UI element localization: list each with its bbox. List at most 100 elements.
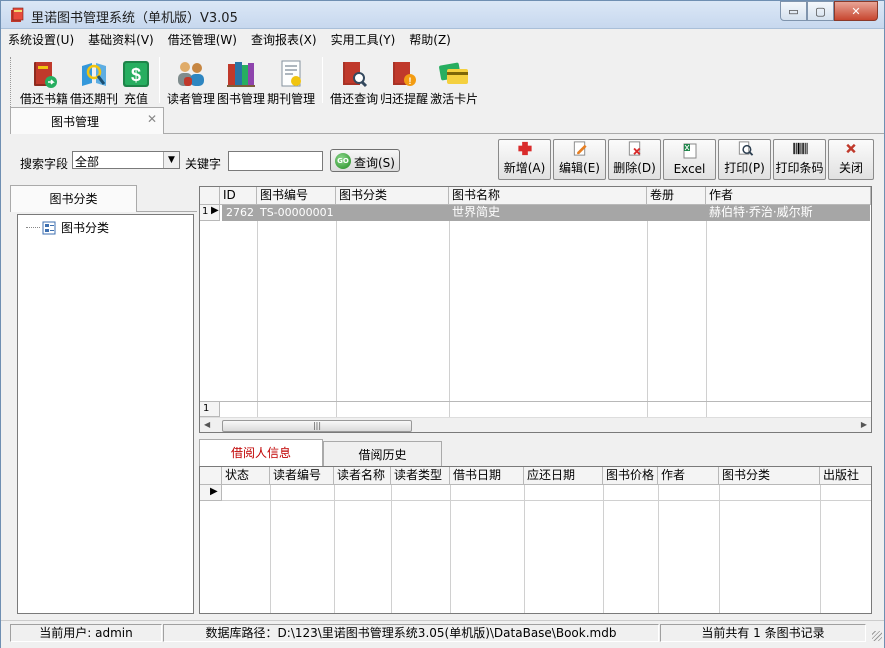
- current-row-arrow-icon: ▶: [210, 486, 218, 497]
- col-header-book-name[interactable]: 图书名称: [449, 187, 647, 205]
- col-header-reader-type[interactable]: 读者类型: [391, 467, 450, 485]
- grid-corner-cell: [200, 187, 220, 205]
- chevron-down-icon[interactable]: ▼: [163, 152, 179, 168]
- menu-system-settings[interactable]: 系统设置(U): [1, 30, 81, 51]
- scroll-right-icon[interactable]: ▶: [861, 420, 867, 429]
- col-header-due-date[interactable]: 应还日期: [524, 467, 603, 485]
- toolbar-separator: [159, 57, 161, 103]
- activate-card-button[interactable]: 激活卡片: [429, 53, 479, 107]
- grid-footer-row: 1: [200, 401, 871, 417]
- return-reminder-button[interactable]: ! 归还提醒: [379, 53, 429, 107]
- journal-management-label: 期刊管理: [267, 92, 316, 106]
- close-window-button[interactable]: ✕: [834, 1, 878, 21]
- borrow-journals-button[interactable]: 借还期刊: [69, 53, 119, 107]
- keyword-input[interactable]: [228, 151, 323, 171]
- tab-borrow-history[interactable]: 借阅历史: [323, 441, 442, 466]
- col-header-id[interactable]: ID: [220, 187, 257, 205]
- menu-borrow-return[interactable]: 借还管理(W): [161, 30, 244, 51]
- print-barcode-button[interactable]: 打印条码: [773, 139, 826, 180]
- cell-id[interactable]: 2762: [222, 205, 257, 221]
- menu-query-reports[interactable]: 查询报表(X): [244, 30, 324, 51]
- scroll-thumb[interactable]: |||: [222, 420, 412, 432]
- print-button-label: 打印(P): [724, 161, 765, 175]
- close-icon: [846, 143, 856, 154]
- tab-borrower-info[interactable]: 借阅人信息: [199, 439, 323, 466]
- keyword-label: 关键字: [185, 157, 222, 171]
- maximize-icon: ▢: [815, 4, 826, 18]
- resize-grip[interactable]: [872, 631, 882, 641]
- col-header-reader-name[interactable]: 读者名称: [334, 467, 391, 485]
- footer-indicator: 1: [203, 403, 210, 414]
- close-icon: ✕: [851, 4, 861, 18]
- col-header-volume[interactable]: 卷册: [647, 187, 706, 205]
- print-barcode-button-label: 打印条码: [775, 161, 824, 175]
- toolbar-separator: [322, 57, 324, 103]
- tab-close-icon[interactable]: ✕: [147, 112, 157, 126]
- row-indicator[interactable]: 1 ▶: [200, 205, 220, 221]
- delete-button-label: 删除(D): [613, 161, 656, 175]
- menu-basic-data[interactable]: 基础资料(V): [81, 30, 161, 51]
- col-header-book-category[interactable]: 图书分类: [336, 187, 449, 205]
- delete-icon: [628, 141, 640, 156]
- col-header-author[interactable]: 作者: [706, 187, 871, 205]
- edit-button[interactable]: 编辑(E): [553, 139, 606, 180]
- reader-management-label: 读者管理: [167, 92, 216, 106]
- borrow-query-button[interactable]: 借还查询: [329, 53, 379, 107]
- tab-book-management[interactable]: 图书管理 ✕: [10, 107, 164, 134]
- horizontal-scrollbar[interactable]: ◀ ||| ▶: [200, 417, 871, 432]
- col-header-publisher[interactable]: 出版社: [820, 467, 871, 485]
- scroll-left-icon[interactable]: ◀: [204, 420, 210, 429]
- menu-help[interactable]: 帮助(Z): [402, 30, 458, 51]
- journal-management-button[interactable]: 期刊管理: [266, 53, 316, 107]
- search-field-select[interactable]: 全部 ▼: [72, 151, 180, 169]
- col-header-status[interactable]: 状态: [222, 467, 270, 485]
- status-current-user: 当前用户: admin: [10, 624, 162, 642]
- delete-button[interactable]: 删除(D): [608, 139, 661, 180]
- print-icon: [738, 141, 753, 156]
- minimize-button[interactable]: ▭: [780, 1, 807, 21]
- book-grid[interactable]: ID 图书编号 图书分类 图书名称 卷册 作者 1 ▶ 2762 TS-0000…: [199, 186, 872, 433]
- col-header-reader-code[interactable]: 读者编号: [270, 467, 334, 485]
- borrow-journals-label: 借还期刊: [70, 92, 119, 106]
- col-header-book-code[interactable]: 图书编号: [257, 187, 336, 205]
- grid-corner-cell: [200, 467, 222, 485]
- category-tree[interactable]: 图书分类: [17, 214, 194, 614]
- cell-book-name[interactable]: 世界简史: [449, 205, 647, 221]
- menu-tools[interactable]: 实用工具(Y): [324, 30, 403, 51]
- query-button[interactable]: GO 查询(S): [330, 149, 400, 172]
- tree-node-book-category[interactable]: 图书分类: [26, 219, 109, 236]
- cell-book-category[interactable]: [336, 205, 449, 221]
- status-db-path: 数据库路径：D:\123\里诺图书管理系统3.05(单机版)\DataBase\…: [163, 624, 659, 642]
- book-management-button[interactable]: 图书管理: [216, 53, 266, 107]
- maximize-button[interactable]: ▢: [807, 1, 834, 21]
- category-icon: [42, 221, 56, 234]
- col-header-book-category[interactable]: 图书分类: [719, 467, 820, 485]
- book-management-label: 图书管理: [217, 92, 266, 106]
- return-reminder-label: 归还提醒: [380, 92, 429, 106]
- cell-book-code[interactable]: TS-00000001: [257, 205, 336, 221]
- cell-author[interactable]: 赫伯特·乔治·威尔斯: [706, 205, 871, 221]
- cell-volume[interactable]: [647, 205, 706, 221]
- title-bar[interactable]: 里诺图书管理系统（单机版）V3.05 ▭ ▢ ✕: [1, 1, 884, 29]
- print-button[interactable]: 打印(P): [718, 139, 771, 180]
- svg-text:$: $: [131, 65, 141, 85]
- go-icon: GO: [335, 153, 351, 169]
- borrow-books-button[interactable]: 借还书籍: [19, 53, 69, 107]
- close-button[interactable]: 关闭: [828, 139, 874, 180]
- books-icon: [227, 62, 256, 87]
- row-indicator[interactable]: ▶: [200, 485, 222, 501]
- app-window: 里诺图书管理系统（单机版）V3.05 ▭ ▢ ✕ 系统设置(U) 基础资料(V)…: [0, 0, 885, 648]
- col-header-book-price[interactable]: 图书价格: [603, 467, 658, 485]
- main-toolbar: 借还书籍 借还期刊 $ 充值 读者管理 图书管理 期刊管理 借还查询 ! 归还提…: [10, 52, 884, 107]
- borrower-grid[interactable]: 状态 读者编号 读者名称 读者类型 借书日期 应还日期 图书价格 作者 图书分类…: [199, 466, 872, 614]
- add-button[interactable]: 新增(A): [498, 139, 551, 180]
- excel-button[interactable]: Excel: [663, 139, 716, 180]
- tab-book-category[interactable]: 图书分类: [10, 185, 137, 212]
- tree-node-label: 图书分类: [61, 221, 110, 235]
- toolbar-grip[interactable]: [10, 57, 13, 107]
- query-button-label: 查询(S): [354, 156, 395, 170]
- recharge-button[interactable]: $ 充值: [119, 53, 153, 107]
- reader-management-button[interactable]: 读者管理: [166, 53, 216, 107]
- col-header-author[interactable]: 作者: [658, 467, 719, 485]
- col-header-borrow-date[interactable]: 借书日期: [450, 467, 524, 485]
